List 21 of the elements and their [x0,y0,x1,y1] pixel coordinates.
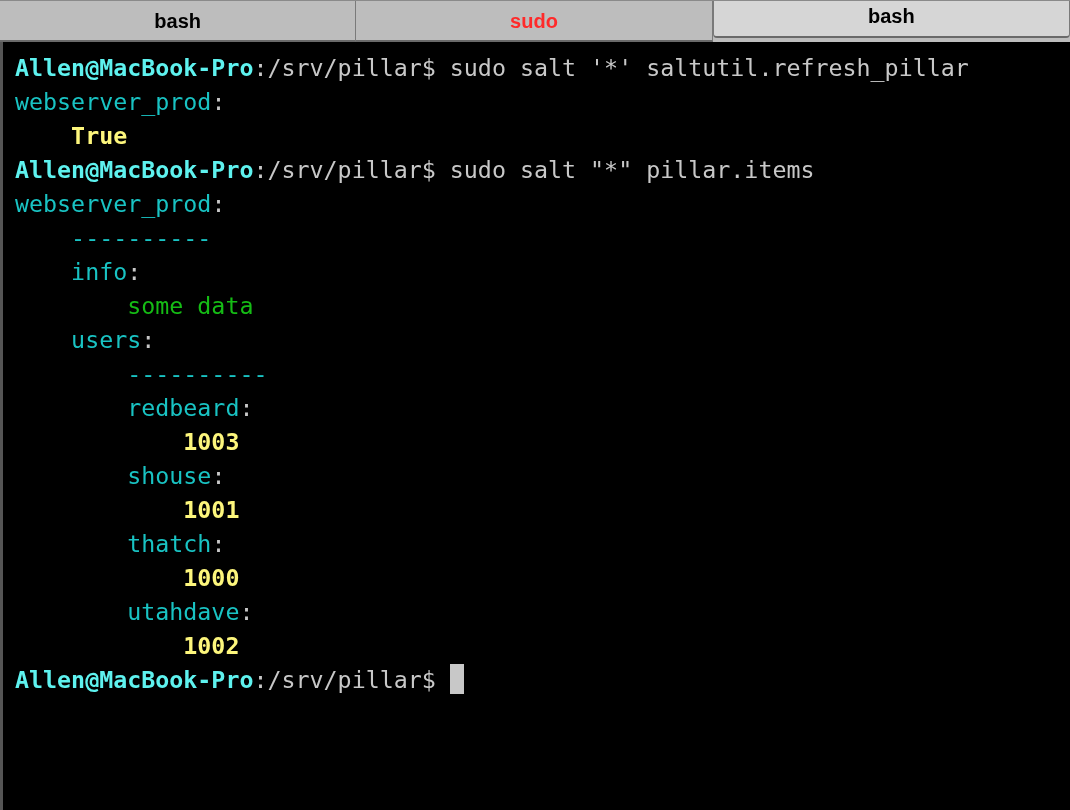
output-line: webserver_prod: [15,189,226,217]
output-line: thatch: [126,529,226,557]
output-line: True [70,121,128,149]
tab[interactable]: bash [0,1,357,42]
output-line: 1003 [182,427,240,455]
output-line: info: [70,257,142,285]
tab[interactable]: bash [712,1,1070,38]
output-line: redbeard: [126,393,254,421]
output-line: 1002 [182,631,240,659]
output-line: 1000 [182,563,240,591]
prompt-line: Allen@MacBook-Pro:/srv/pillar$ sudo salt '*' saltutil.refresh_pillar [15,53,969,81]
output-line: ---------- [126,359,268,387]
output-line: ---------- [70,223,212,251]
output-line: shouse: [126,461,226,489]
prompt-line: Allen@MacBook-Pro:/srv/pillar$ sudo salt "*" pillar.items [15,155,815,183]
output-line: 1001 [182,495,240,523]
output-line: users: [70,325,156,353]
output-line: webserver_prod: [15,87,226,115]
prompt-line: Allen@MacBook-Pro:/srv/pillar$ [15,665,437,693]
output-line: utahdave: [126,597,254,625]
output-line: some data [126,291,254,319]
